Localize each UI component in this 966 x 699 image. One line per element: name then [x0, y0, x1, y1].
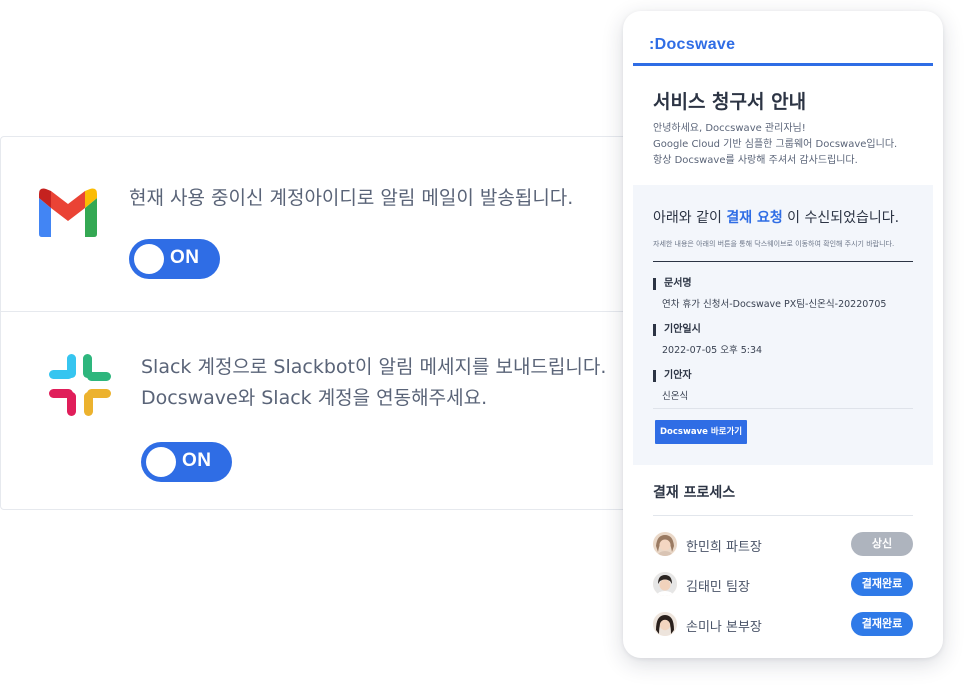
- gmail-description: 현재 사용 중이신 계정아이디로 알림 메일이 발송됩니다.: [129, 187, 574, 209]
- avatar: [653, 612, 677, 636]
- heading-suffix: 이 수신되었습니다.: [782, 210, 900, 226]
- approval-request-heading: 아래와 같이 결재 요청 이 수신되었습니다.: [653, 207, 899, 227]
- field-label: 기안자: [653, 370, 692, 382]
- go-to-docswave-button[interactable]: Docswave 바로가기: [655, 420, 748, 444]
- brand-divider: [633, 63, 933, 66]
- field-label: 문서명: [653, 278, 886, 290]
- approver-name: 김태민 팀장: [686, 580, 750, 595]
- approver-name: 손미나 본부장: [686, 620, 762, 635]
- field-value: 연차 휴가 신청서-Docswave PX팀-신온식-20220705: [662, 299, 887, 310]
- intro-line: Google Cloud 기반 심플한 그룹웨어 Docswave입니다.: [653, 139, 898, 150]
- gmail-notification-toggle[interactable]: ON: [129, 239, 220, 279]
- field-label: 기안일시: [653, 324, 762, 336]
- field-drafter: 기안자 신온식: [653, 370, 692, 402]
- gmail-logo-icon: [35, 186, 101, 238]
- field-draft-date: 기안일시 2022-07-05 오후 5:34: [653, 324, 762, 356]
- approval-request-box: 아래와 같이 결재 요청 이 수신되었습니다. 자세한 내용은 아래의 버튼을 …: [633, 185, 933, 465]
- toggle-label: ON: [182, 450, 212, 471]
- approver-row: 김태민 팀장 결재완료: [653, 571, 913, 597]
- toggle-knob: [146, 447, 176, 477]
- gmail-notification-card: 현재 사용 중이신 계정아이디로 알림 메일이 발송됩니다. ON: [0, 136, 640, 312]
- slack-description: Slack 계정으로 Slackbot이 알림 메세지를 보내드립니다. Doc…: [141, 352, 606, 414]
- intro-line: 항상 Docswave를 사랑해 주셔서 감사드립니다.: [653, 155, 858, 166]
- slack-logo-icon: [47, 352, 113, 418]
- approval-process-title: 결재 프로세스: [653, 485, 736, 501]
- field-value: 2022-07-05 오후 5:34: [662, 345, 763, 356]
- divider: [653, 515, 913, 516]
- heading-prefix: 아래와 같이: [653, 210, 727, 226]
- avatar: [653, 572, 677, 596]
- slack-description-line-2: Docswave와 Slack 계정을 연동해주세요.: [141, 387, 488, 409]
- field-value: 신온식: [662, 391, 689, 402]
- status-badge: 결재완료: [851, 612, 913, 636]
- docswave-brand-logo: :Docswave: [649, 36, 736, 53]
- intro-line: 안녕하세요, Doccswave 관리자님!: [653, 123, 806, 134]
- divider: [653, 261, 913, 262]
- approval-request-subtext: 자세한 내용은 아래의 버튼을 통해 닥스웨이브로 이동하여 확인해 주시기 바…: [653, 240, 895, 248]
- divider: [653, 408, 913, 409]
- slack-notification-toggle[interactable]: ON: [141, 442, 232, 482]
- toggle-label: ON: [170, 247, 200, 268]
- email-title: 서비스 청구서 안내: [653, 91, 807, 113]
- toggle-knob: [134, 244, 164, 274]
- field-document-name: 문서명 연차 휴가 신청서-Docswave PX팀-신온식-20220705: [653, 278, 886, 310]
- slack-description-line-1: Slack 계정으로 Slackbot이 알림 메세지를 보내드립니다.: [141, 356, 607, 378]
- approver-name: 한민희 파트장: [686, 540, 762, 555]
- email-preview-panel: :Docswave 서비스 청구서 안내 안녕하세요, Doccswave 관리…: [623, 11, 943, 658]
- approver-row: 한민희 파트장 상신: [653, 531, 913, 557]
- email-intro: 안녕하세요, Doccswave 관리자님! Google Cloud 기반 심…: [653, 121, 897, 169]
- heading-highlight: 결재 요청: [726, 210, 783, 226]
- slack-notification-card: Slack 계정으로 Slackbot이 알림 메세지를 보내드립니다. Doc…: [0, 311, 640, 510]
- status-badge: 결재완료: [851, 572, 913, 596]
- status-badge: 상신: [851, 532, 913, 556]
- avatar: [653, 532, 677, 556]
- approver-row: 손미나 본부장 결재완료: [653, 611, 913, 637]
